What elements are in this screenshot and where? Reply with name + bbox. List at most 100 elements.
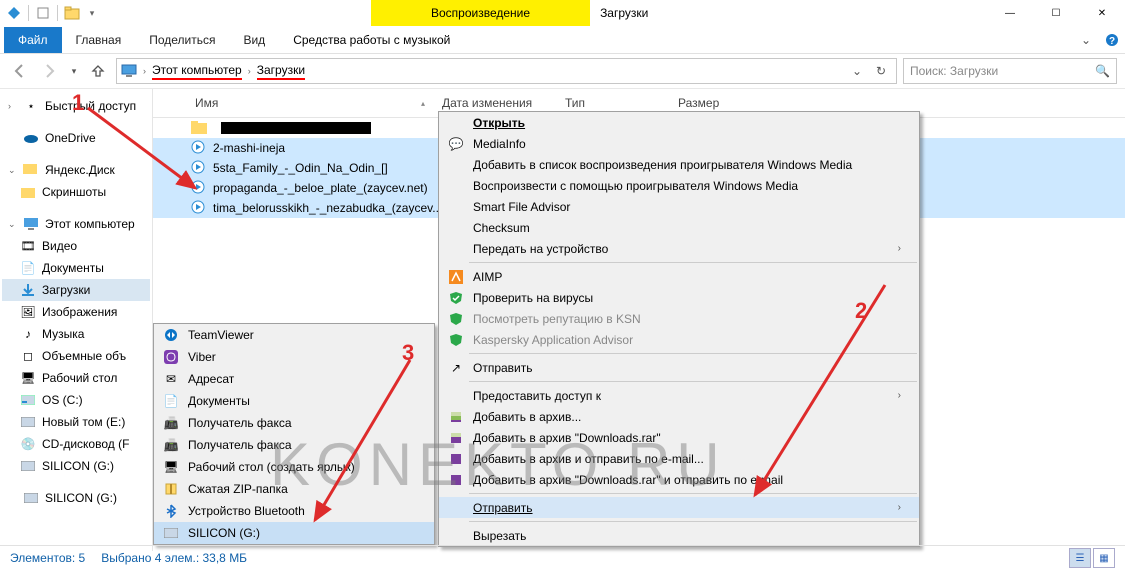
sidebar-drive-silicon[interactable]: SILICON (G:) <box>2 487 150 509</box>
view-icons-button[interactable]: ▦ <box>1093 548 1115 568</box>
sendto-documents[interactable]: 📄Документы <box>154 390 434 412</box>
ribbon-tab-context[interactable]: Средства работы с музыкой <box>279 27 464 53</box>
desktop-icon: 🖥 <box>20 370 36 386</box>
addr-refresh-button[interactable]: ↻ <box>870 60 892 82</box>
sidebar-item-pictures[interactable]: 🖼Изображения <box>2 301 150 323</box>
view-details-button[interactable]: ☰ <box>1069 548 1091 568</box>
col-name[interactable]: Имя▴ <box>187 89 434 117</box>
qat-folder-icon[interactable] <box>64 5 80 21</box>
chevron-right-icon[interactable]: › <box>143 66 146 76</box>
minimize-button[interactable]: — <box>987 0 1033 26</box>
ctx-ksn[interactable]: Посмотреть репутацию в KSN <box>439 308 919 329</box>
ribbon-tab-share[interactable]: Поделиться <box>135 27 229 53</box>
qat-chevron-down-icon[interactable]: ▾ <box>84 5 100 21</box>
addr-history-chevron-icon[interactable]: ⌄ <box>846 60 868 82</box>
nav-back-button[interactable] <box>8 59 32 83</box>
ctx-mediainfo[interactable]: 💬MediaInfo <box>439 133 919 154</box>
sendto-fax2[interactable]: 📠Получатель факса <box>154 434 434 456</box>
music-icon: ♪ <box>20 326 36 342</box>
nav-recent-chevron-icon[interactable]: ▾ <box>68 59 80 83</box>
sidebar-item-downloads[interactable]: Загрузки <box>2 279 150 301</box>
rar-icon <box>447 471 465 489</box>
zip-icon <box>162 480 180 498</box>
sidebar-quick-access[interactable]: ›⋆Быстрый доступ <box>2 95 150 117</box>
ctx-give-access[interactable]: Предоставить доступ к› <box>439 385 919 406</box>
ctx-add-archive[interactable]: Добавить в архив... <box>439 406 919 427</box>
shield-icon <box>447 310 465 328</box>
file-name: 2-mashi-ineja <box>213 141 285 155</box>
rar-icon <box>447 429 465 447</box>
ribbon-tab-file[interactable]: Файл <box>4 27 62 53</box>
drive-icon <box>20 458 36 474</box>
sendto-silicon-drive[interactable]: SILICON (G:) <box>154 522 434 544</box>
sidebar-item-cd-f[interactable]: 💿CD-дисковод (F <box>2 433 150 455</box>
ribbon-tab-view[interactable]: Вид <box>229 27 279 53</box>
sendto-bluetooth[interactable]: Устройство Bluetooth <box>154 500 434 522</box>
ctx-play-wmp[interactable]: Воспроизвести с помощью проигрывателя Wi… <box>439 175 919 196</box>
sendto-mail[interactable]: ✉Адресат <box>154 368 434 390</box>
ribbon-tab-home[interactable]: Главная <box>62 27 136 53</box>
sidebar-onedrive[interactable]: OneDrive <box>2 127 150 149</box>
sidebar-item-documents[interactable]: 📄Документы <box>2 257 150 279</box>
sidebar-item-music[interactable]: ♪Музыка <box>2 323 150 345</box>
address-bar[interactable]: › Этот компьютер › Загрузки ⌄ ↻ <box>116 58 897 84</box>
nav-sidebar: ›⋆Быстрый доступ OneDrive ⌄Яндекс.Диск С… <box>0 89 153 551</box>
ctx-cast-to-device[interactable]: Передать на устройство› <box>439 238 919 259</box>
sidebar-item-new-e[interactable]: Новый том (E:) <box>2 411 150 433</box>
ctx-cut[interactable]: Вырезать <box>439 525 919 546</box>
sidebar-item-silicon-g[interactable]: SILICON (G:) <box>2 455 150 477</box>
ctx-scan[interactable]: Проверить на вирусы <box>439 287 919 308</box>
mediainfo-icon: 💬 <box>447 135 465 153</box>
ctx-kaa[interactable]: Kaspersky Application Advisor <box>439 329 919 350</box>
ctx-checksum[interactable]: Checksum <box>439 217 919 238</box>
ribbon-expand-chevron-icon[interactable]: ⌄ <box>1073 27 1099 53</box>
menu-separator <box>469 493 917 494</box>
cube-icon: ◻ <box>20 348 36 364</box>
sidebar-this-pc[interactable]: ⌄Этот компьютер <box>2 213 150 235</box>
sidebar-item-os-c[interactable]: OS (C:) <box>2 389 150 411</box>
work-area: ›⋆Быстрый доступ OneDrive ⌄Яндекс.Диск С… <box>0 89 1125 551</box>
ctx-share[interactable]: ↗Отправить <box>439 357 919 378</box>
window-buttons: — ☐ ✕ <box>987 0 1125 26</box>
ctx-add-downloads-rar-email[interactable]: Добавить в архив "Downloads.rar" и отпра… <box>439 469 919 490</box>
ctx-add-downloads-rar[interactable]: Добавить в архив "Downloads.rar" <box>439 427 919 448</box>
ctx-sfa[interactable]: Smart File Advisor <box>439 196 919 217</box>
ctx-add-wmp-playlist[interactable]: Добавить в список воспроизведения проигр… <box>439 154 919 175</box>
breadcrumb-this-pc[interactable]: Этот компьютер <box>152 63 242 80</box>
sidebar-item-video[interactable]: 🎞Видео <box>2 235 150 257</box>
audio-icon <box>191 180 207 196</box>
breadcrumb-downloads[interactable]: Загрузки <box>257 63 305 80</box>
ctx-send-to[interactable]: Отправить› <box>439 497 919 518</box>
sendto-teamviewer[interactable]: TeamViewer <box>154 324 434 346</box>
ctx-aimp[interactable]: AIMP <box>439 266 919 287</box>
redacted-name <box>221 122 371 134</box>
sendto-fax1[interactable]: 📠Получатель факса <box>154 412 434 434</box>
chevron-right-icon[interactable]: › <box>248 66 251 76</box>
nav-up-button[interactable] <box>86 59 110 83</box>
sidebar-yadisk[interactable]: ⌄Яндекс.Диск <box>2 159 150 181</box>
maximize-button[interactable]: ☐ <box>1033 0 1079 26</box>
sendto-viber[interactable]: Viber <box>154 346 434 368</box>
help-icon[interactable]: ? <box>1099 27 1125 53</box>
ctx-open[interactable]: Открыть <box>439 112 919 133</box>
close-button[interactable]: ✕ <box>1079 0 1125 26</box>
sort-asc-icon: ▴ <box>421 99 425 108</box>
chevron-right-icon: › <box>8 101 17 111</box>
title-context-area: Воспроизведение Загрузки <box>106 0 987 26</box>
sendto-zip[interactable]: Сжатая ZIP-папка <box>154 478 434 500</box>
search-input[interactable]: Поиск: Загрузки 🔍 <box>903 58 1117 84</box>
nav-forward-button[interactable] <box>38 59 62 83</box>
search-placeholder: Поиск: Загрузки <box>910 64 998 78</box>
audio-icon <box>191 160 207 176</box>
qat-prop-icon[interactable] <box>35 5 51 21</box>
sidebar-item-desktop[interactable]: 🖥Рабочий стол <box>2 367 150 389</box>
sendto-desktop-shortcut[interactable]: 🖥Рабочий стол (создать ярлык) <box>154 456 434 478</box>
cd-icon: 💿 <box>20 436 36 452</box>
sidebar-item-3dobjects[interactable]: ◻Объемные объ <box>2 345 150 367</box>
rar-icon <box>447 450 465 468</box>
search-icon[interactable]: 🔍 <box>1095 64 1110 78</box>
ctx-add-archive-email[interactable]: Добавить в архив и отправить по e-mail..… <box>439 448 919 469</box>
document-icon: 📄 <box>20 260 36 276</box>
sidebar-screenshots[interactable]: Скриншоты <box>2 181 150 203</box>
context-menu: Открыть 💬MediaInfo Добавить в список вос… <box>438 111 920 547</box>
